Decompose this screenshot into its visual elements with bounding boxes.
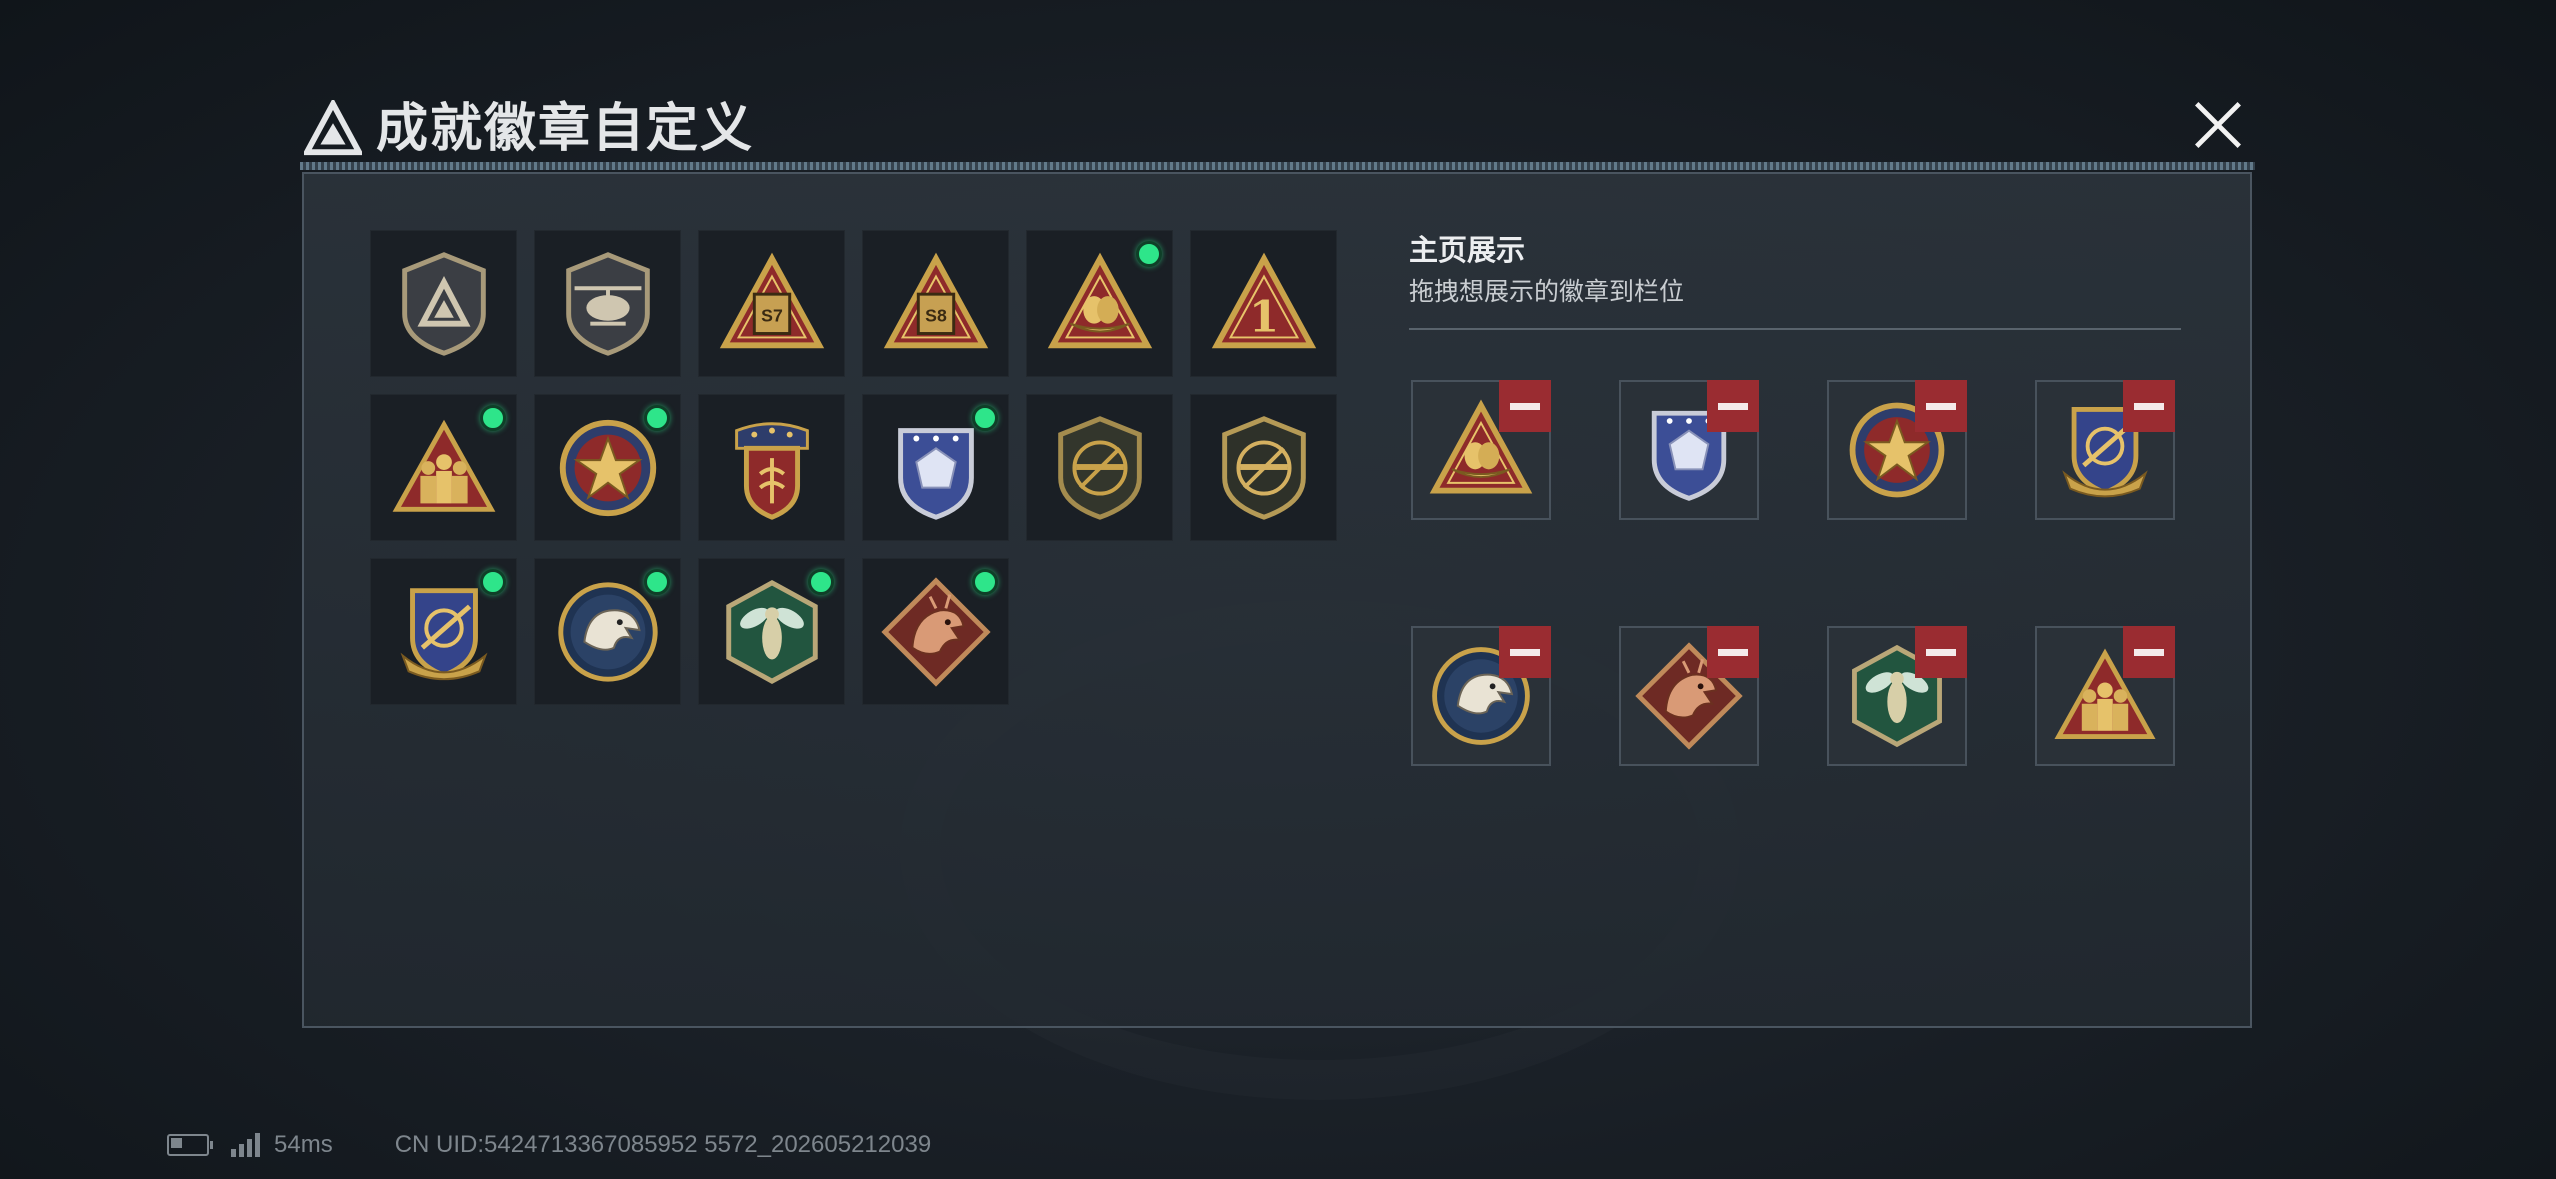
minus-icon: [2134, 402, 2164, 410]
new-indicator-dot: [480, 405, 506, 431]
showcase-slot[interactable]: [2035, 380, 2175, 520]
badge-cell[interactable]: [1026, 230, 1173, 377]
showcase-slot[interactable]: [2035, 626, 2175, 766]
showcase-slot[interactable]: [1827, 626, 1967, 766]
remove-badge-button[interactable]: [1499, 380, 1551, 432]
showcase-slots: [1411, 380, 2191, 820]
remove-badge-button[interactable]: [1499, 626, 1551, 678]
badge-panel: S7 S8 1 主页展示 拖拽想展示的徽章到栏位: [302, 172, 2252, 1028]
showcase-slot[interactable]: [1619, 626, 1759, 766]
badge-cell[interactable]: [862, 394, 1009, 541]
svg-text:S7: S7: [761, 305, 783, 325]
badge-cell[interactable]: [1190, 394, 1337, 541]
latency-text: 54ms: [274, 1131, 333, 1158]
svg-text:S8: S8: [925, 305, 947, 325]
badge-cell[interactable]: [370, 394, 517, 541]
s7-season-badge-icon: S7: [719, 252, 824, 348]
no-rifle-shield-badge-icon: [1057, 415, 1142, 520]
new-indicator-dot: [972, 405, 998, 431]
page-title: 成就徽章自定义: [376, 99, 755, 159]
new-indicator-dot: [1136, 241, 1162, 267]
showcase-slot[interactable]: [1411, 626, 1551, 766]
minus-icon: [1510, 402, 1540, 410]
remove-badge-button[interactable]: [2123, 380, 2175, 432]
badge-cell[interactable]: [862, 558, 1009, 705]
homepage-showcase: 主页展示 拖拽想展示的徽章到栏位: [1409, 230, 2181, 766]
badge-cell[interactable]: [370, 558, 517, 705]
signal-icon: [231, 1133, 260, 1157]
minus-icon: [1718, 648, 1748, 656]
s8-season-badge-icon: S8: [883, 252, 988, 348]
showcase-title: 主页展示: [1409, 233, 1526, 267]
shield-delta-badge-icon: [401, 251, 486, 356]
header-divider: [300, 162, 2255, 170]
showcase-slot[interactable]: [1827, 380, 1967, 520]
close-icon[interactable]: [2189, 96, 2247, 154]
helicopter-badge-icon: [565, 251, 650, 356]
delta-logo-icon: [304, 100, 362, 156]
minus-icon: [1510, 648, 1540, 656]
remove-badge-button[interactable]: [1707, 626, 1759, 678]
minus-icon: [1926, 648, 1956, 656]
new-indicator-dot: [808, 569, 834, 595]
badge-cell[interactable]: [698, 394, 845, 541]
badge-cell[interactable]: [534, 394, 681, 541]
remove-badge-button[interactable]: [1707, 380, 1759, 432]
badge-cell[interactable]: S8: [862, 230, 1009, 377]
new-indicator-dot: [644, 405, 670, 431]
laurel-crest-badge-icon: [734, 421, 809, 520]
no-rifle-shield-gold-badge-icon: [1221, 415, 1306, 520]
badge-cell[interactable]: [698, 558, 845, 705]
status-bar: 54ms CN UID:5424713367085952 5572_202605…: [167, 1128, 931, 1162]
showcase-slot[interactable]: [1619, 380, 1759, 520]
badge-cell[interactable]: 1: [1190, 230, 1337, 377]
dialog-header: 成就徽章自定义: [300, 90, 2255, 170]
number-one-badge-icon: 1: [1211, 252, 1316, 348]
minus-icon: [2134, 648, 2164, 656]
battery-icon: [167, 1134, 213, 1156]
showcase-divider: [1409, 328, 2181, 330]
uid-text: CN UID:5424713367085952 5572_20260521203…: [394, 1131, 932, 1158]
showcase-slot[interactable]: [1411, 380, 1551, 520]
remove-badge-button[interactable]: [1915, 626, 1967, 678]
badge-cell[interactable]: [534, 558, 681, 705]
badge-cell[interactable]: [1026, 394, 1173, 541]
svg-text:1: 1: [1248, 291, 1278, 342]
new-indicator-dot: [644, 569, 670, 595]
badge-cell[interactable]: [534, 230, 681, 377]
badge-cell[interactable]: S7: [698, 230, 845, 377]
badge-collection-grid: S7 S8 1: [370, 230, 1337, 705]
badge-cell[interactable]: [370, 230, 517, 377]
remove-badge-button[interactable]: [1915, 380, 1967, 432]
new-indicator-dot: [972, 569, 998, 595]
minus-icon: [1926, 402, 1956, 410]
minus-icon: [1718, 402, 1748, 410]
new-indicator-dot: [480, 569, 506, 595]
showcase-subtitle: 拖拽想展示的徽章到栏位: [1409, 277, 1685, 306]
remove-badge-button[interactable]: [2123, 626, 2175, 678]
